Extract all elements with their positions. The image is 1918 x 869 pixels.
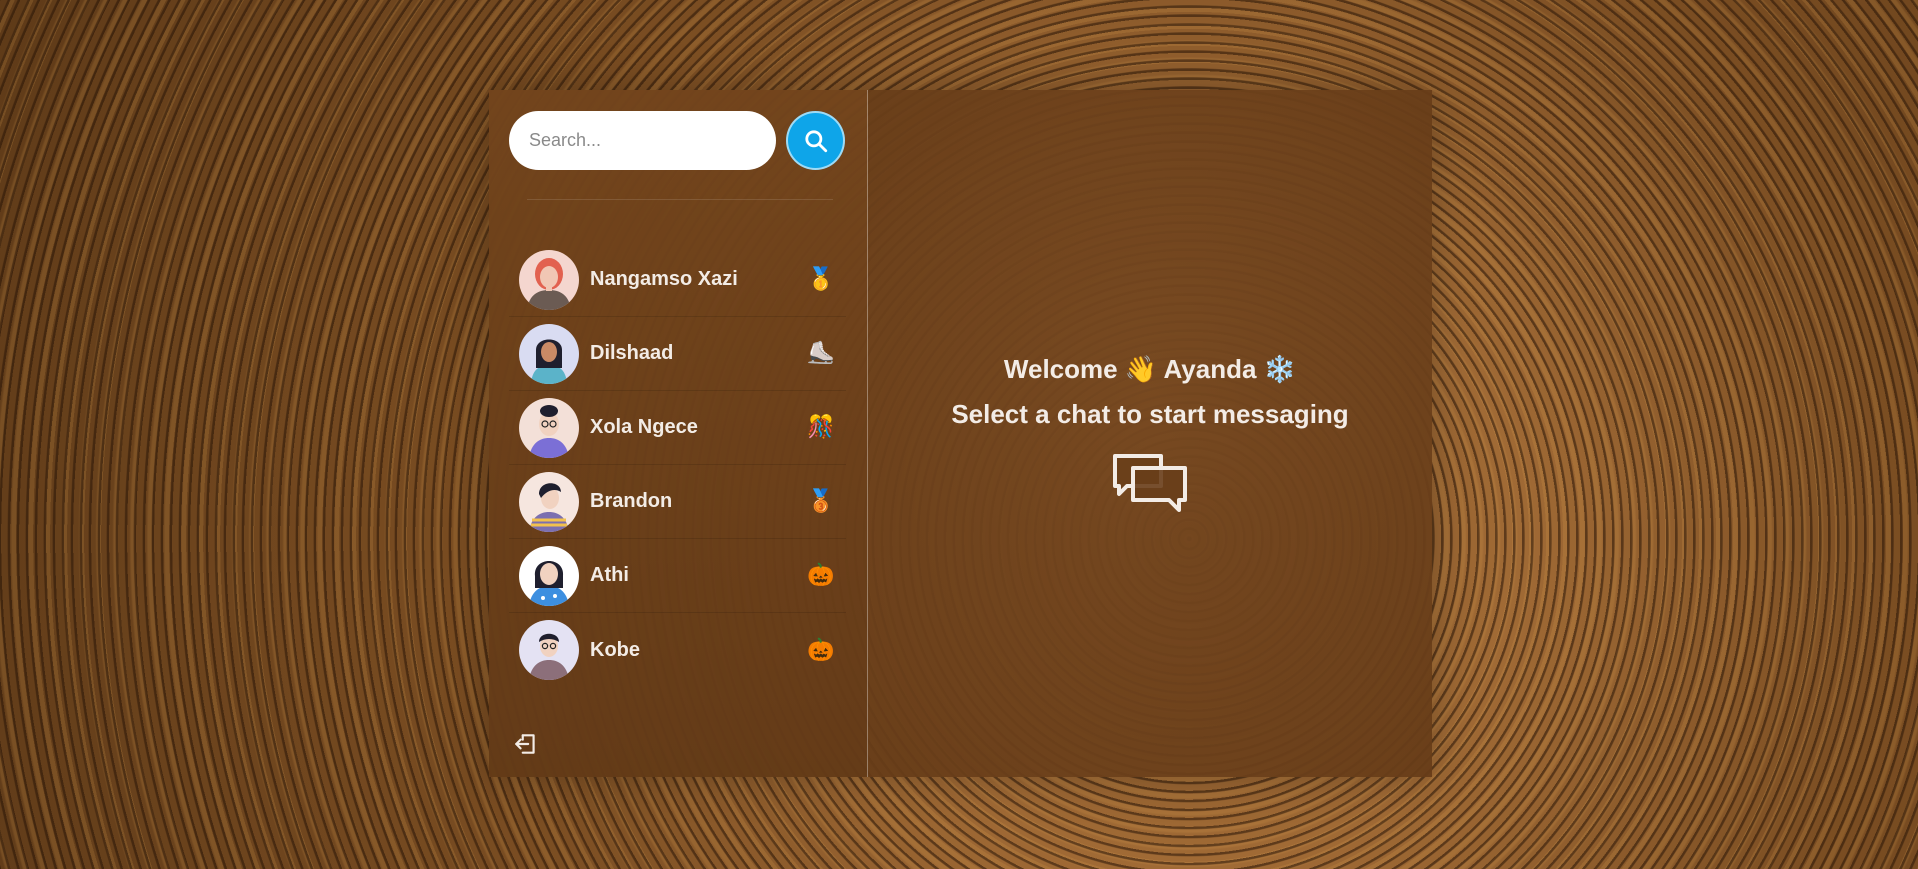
avatar — [519, 620, 579, 680]
contact-name: Xola Ngece — [590, 416, 698, 438]
username: Ayanda — [1163, 354, 1257, 384]
search-input[interactable] — [509, 111, 776, 170]
sidebar: Nangamso Xazi 🥇 Dilshaad ⛸️ — [489, 90, 868, 777]
wave-icon: 👋 — [1124, 355, 1158, 385]
snowflake-icon: ❄️ — [1263, 355, 1297, 385]
search-bar — [509, 111, 845, 170]
bronze-medal-icon: 🥉 — [807, 489, 835, 514]
contact-item[interactable]: Dilshaad ⛸️ — [509, 317, 846, 391]
avatar — [519, 545, 579, 606]
avatar — [519, 397, 579, 458]
confetti-icon: 🎊 — [807, 415, 835, 440]
avatar — [519, 471, 579, 532]
ice-skate-icon: ⛸️ — [807, 341, 835, 366]
contact-name: Dilshaad — [590, 342, 674, 364]
medal-icon: 🥇 — [807, 267, 835, 292]
chat-app: Nangamso Xazi 🥇 Dilshaad ⛸️ — [489, 90, 1432, 777]
contact-name: Athi — [590, 564, 629, 586]
avatar — [519, 249, 579, 310]
contact-item[interactable]: Brandon 🥉 — [509, 465, 846, 539]
main-panel: Welcome 👋 Ayanda ❄️ Select a chat to sta… — [868, 90, 1432, 777]
search-icon — [804, 129, 827, 152]
contact-name: Nangamso Xazi — [590, 268, 738, 290]
logout-button[interactable] — [511, 729, 541, 759]
contact-item[interactable]: Nangamso Xazi 🥇 — [509, 243, 846, 317]
contact-name: Kobe — [590, 638, 640, 661]
contact-item[interactable]: Athi 🎃 — [509, 539, 846, 613]
contact-list: Nangamso Xazi 🥇 Dilshaad ⛸️ Xola Ngece 🎊… — [509, 243, 846, 687]
chat-bubbles-icon — [1111, 452, 1189, 519]
welcome-subtitle: Select a chat to start messaging — [951, 399, 1349, 429]
welcome-heading: Welcome 👋 Ayanda ❄️ — [868, 354, 1432, 385]
pumpkin-icon: 🎃 — [807, 637, 835, 663]
logout-icon — [515, 734, 535, 754]
pumpkin-icon: 🎃 — [807, 563, 835, 588]
contact-item[interactable]: Kobe 🎃 — [509, 613, 846, 687]
search-button[interactable] — [786, 111, 845, 170]
welcome-prefix: Welcome — [1003, 354, 1118, 384]
contact-name: Brandon — [590, 490, 673, 512]
divider — [527, 199, 833, 200]
contact-item[interactable]: Xola Ngece 🎊 — [509, 391, 846, 465]
avatar — [519, 323, 579, 384]
